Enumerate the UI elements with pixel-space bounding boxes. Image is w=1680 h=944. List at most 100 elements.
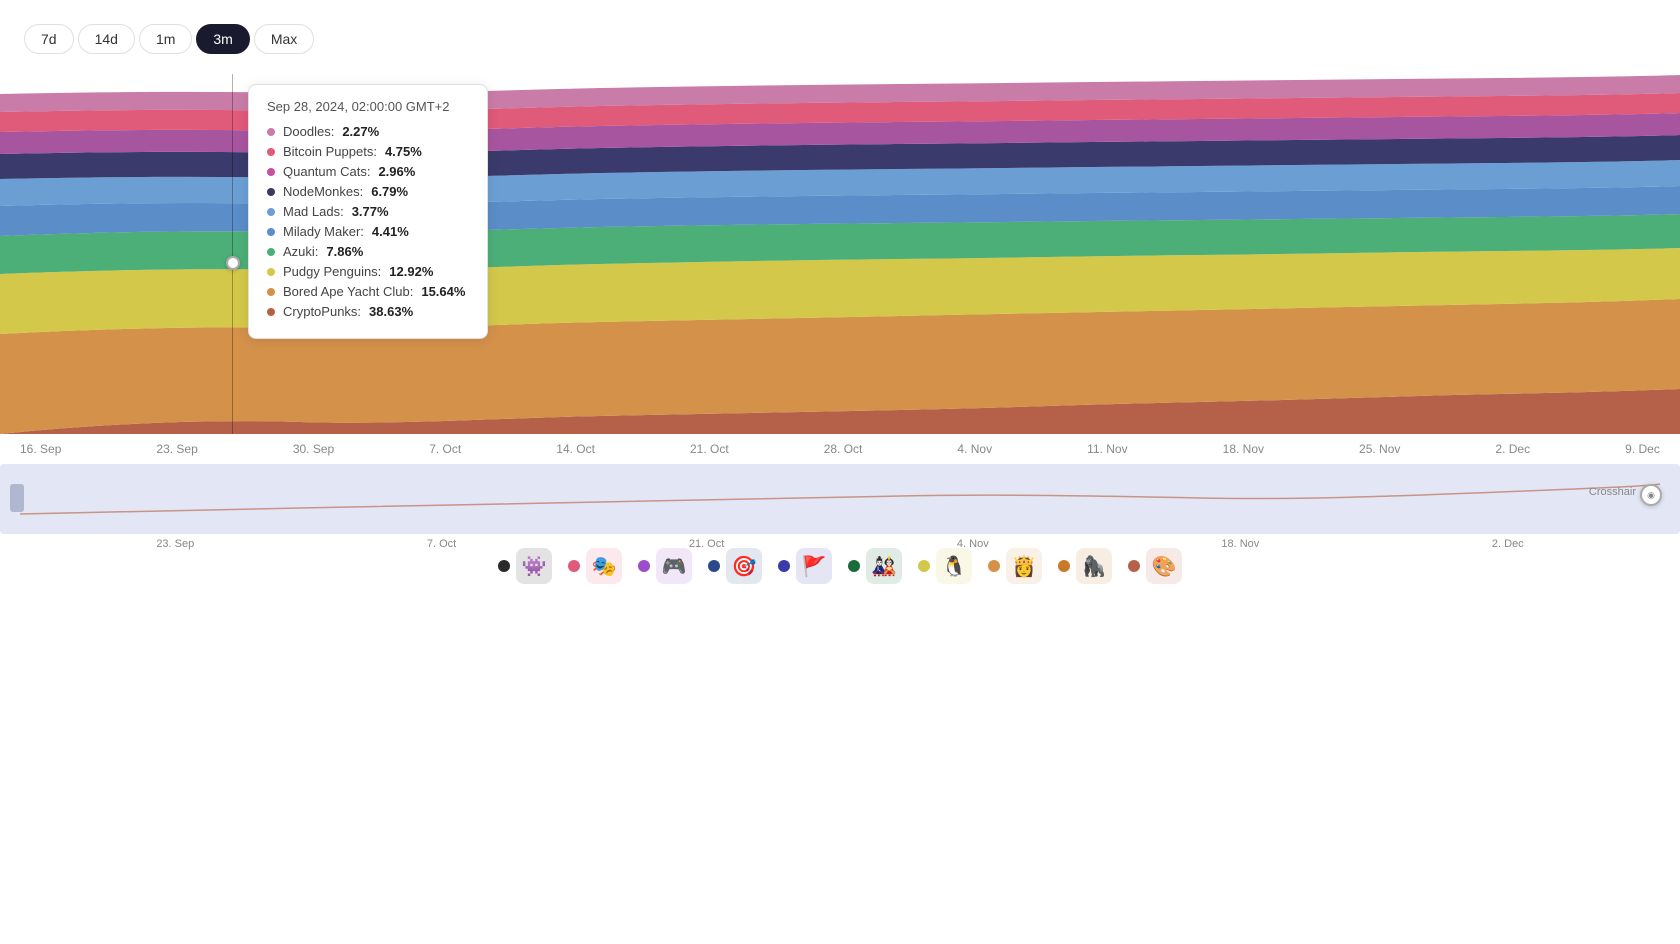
tooltip-item: Doodles: 2.27% [267,124,469,139]
legend-thumb: 🦍 [1076,548,1112,584]
mini-right-cursor[interactable]: ◉ [1640,484,1662,506]
legend-dot [638,560,650,572]
legend-item[interactable]: 👸 [988,548,1042,584]
tooltip-name: Bitcoin Puppets: [283,144,377,159]
x-axis: 16. Sep23. Sep30. Sep7. Oct14. Oct21. Oc… [0,434,1680,456]
x-axis-label: 30. Sep [293,442,334,456]
tooltip-dot [267,168,275,176]
tooltip-dot [267,228,275,236]
mini-x-axis-label: 21. Oct [689,538,724,550]
legend-dot [778,560,790,572]
tooltip-name: Quantum Cats: [283,164,370,179]
tooltip-value: 15.64% [421,284,465,299]
mini-x-axis-label: 7. Oct [427,538,456,550]
legend-dot [568,560,580,572]
time-filter-Max[interactable]: Max [254,24,314,54]
mini-x-axis: 23. Sep 7. Oct 21. Oct 4. Nov 18. Nov 2. Dec [0,534,1680,550]
legend-thumb-inner: 👸 [1006,548,1042,584]
legend-dot [498,560,510,572]
tooltip-item: Azuki: 7.86% [267,244,469,259]
tooltip-name: Mad Lads: [283,204,344,219]
legend-thumb-inner: 🎭 [586,548,622,584]
legend-thumb: 🎎 [866,548,902,584]
tooltip-dot [267,188,275,196]
tooltip-name: Azuki: [283,244,318,259]
mini-x-axis-label: 18. Nov [1221,538,1259,550]
tooltip: Sep 28, 2024, 02:00:00 GMT+2 Doodles: 2.… [248,84,488,339]
tooltip-item: Bitcoin Puppets: 4.75% [267,144,469,159]
legend-item[interactable]: 🎯 [708,548,762,584]
x-axis-label: 9. Dec [1625,442,1660,456]
legend-thumb-inner: 🎮 [656,548,692,584]
legend-thumb: 👸 [1006,548,1042,584]
x-axis-label: 11. Nov [1087,442,1127,456]
time-filter-3m[interactable]: 3m [196,24,249,54]
tooltip-dot [267,148,275,156]
legend-item[interactable]: 🐧 [918,548,972,584]
time-filter-bar: 7d14d1m3mMax [0,0,1680,54]
tooltip-dot [267,308,275,316]
x-axis-label: 21. Oct [690,442,729,456]
legend-thumb-inner: 🦍 [1076,548,1112,584]
legend-thumb: 🎭 [586,548,622,584]
legend-dot [1128,560,1140,572]
legend-thumb-inner: 🚩 [796,548,832,584]
legend-thumb: 🎮 [656,548,692,584]
mini-x-axis-label: 23. Sep [156,538,194,550]
tooltip-date: Sep 28, 2024, 02:00:00 GMT+2 [267,99,469,114]
legend-item[interactable]: 🎎 [848,548,902,584]
tooltip-dot [267,248,275,256]
legend-item[interactable]: 🎮 [638,548,692,584]
legend-thumb-inner: 🎎 [866,548,902,584]
tooltip-name: Bored Ape Yacht Club: [283,284,413,299]
legend-dot [988,560,1000,572]
legend-item[interactable]: 🚩 [778,548,832,584]
legend-thumb-inner: 🐧 [936,548,972,584]
legend-thumb: 🎯 [726,548,762,584]
tooltip-value: 7.86% [326,244,363,259]
mini-x-axis-label: 4. Nov [957,538,989,550]
tooltip-item: NodeMonkes: 6.79% [267,184,469,199]
x-axis-label: 2. Dec [1495,442,1530,456]
legend-thumb-inner: 🎨 [1146,548,1182,584]
chart-container: Sep 28, 2024, 02:00:00 GMT+2 Doodles: 2.… [0,74,1680,456]
tooltip-item: Bored Ape Yacht Club: 15.64% [267,284,469,299]
x-axis-label: 16. Sep [20,442,61,456]
legend-dot [918,560,930,572]
legend-thumb: 👾 [516,548,552,584]
main-chart: Sep 28, 2024, 02:00:00 GMT+2 Doodles: 2.… [0,74,1680,434]
tooltip-items: Doodles: 2.27% Bitcoin Puppets: 4.75% Qu… [267,124,469,319]
mini-chart-container: ◉ Crosshair 23. Sep7. Oct21. Oct4. Nov18… [0,464,1680,534]
legend-thumb-inner: 🎯 [726,548,762,584]
legend-item[interactable]: 🦍 [1058,548,1112,584]
tooltip-name: Doodles: [283,124,334,139]
tooltip-name: Pudgy Penguins: [283,264,381,279]
tooltip-item: Mad Lads: 3.77% [267,204,469,219]
x-axis-label: 14. Oct [556,442,595,456]
tooltip-dot [267,128,275,136]
tooltip-value: 2.96% [378,164,415,179]
x-axis-label: 25. Nov [1359,442,1400,456]
cursor-dot [226,256,240,270]
x-axis-label: 28. Oct [824,442,863,456]
x-axis-label: 7. Oct [429,442,461,456]
x-axis-label: 4. Nov [957,442,992,456]
mini-x-axis-label: 2. Dec [1492,538,1524,550]
legend-thumb: 🐧 [936,548,972,584]
time-filter-7d[interactable]: 7d [24,24,74,54]
tooltip-value: 4.75% [385,144,422,159]
tooltip-value: 3.77% [352,204,389,219]
legend-dot [848,560,860,572]
tooltip-name: CryptoPunks: [283,304,361,319]
tooltip-name: Milady Maker: [283,224,364,239]
legend-item[interactable]: 👾 [498,548,552,584]
time-filter-14d[interactable]: 14d [78,24,135,54]
time-filter-1m[interactable]: 1m [139,24,192,54]
tooltip-value: 2.27% [342,124,379,139]
mini-left-handle[interactable] [10,484,24,512]
tooltip-item: Quantum Cats: 2.96% [267,164,469,179]
x-axis-label: 18. Nov [1223,442,1264,456]
legend-item[interactable]: 🎨 [1128,548,1182,584]
legend-item[interactable]: 🎭 [568,548,622,584]
tooltip-value: 38.63% [369,304,413,319]
